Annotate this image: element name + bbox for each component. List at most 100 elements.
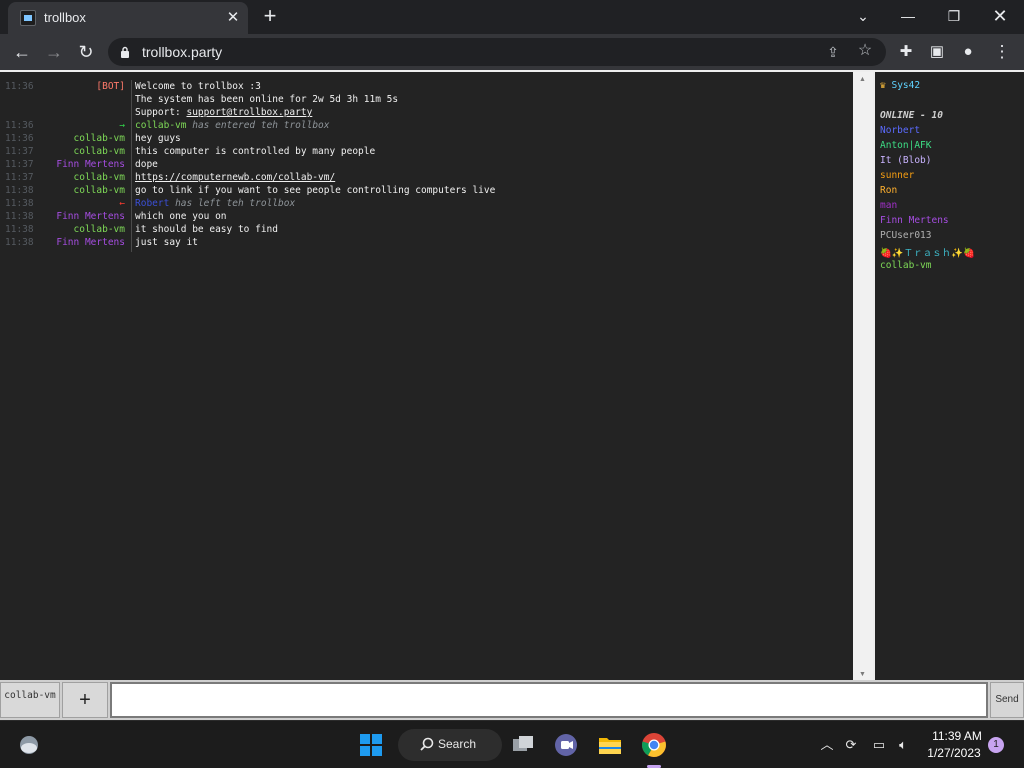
profile-avatar-icon[interactable]: ●	[958, 42, 978, 62]
teams-chat-icon[interactable]	[553, 732, 579, 758]
message-timestamp: 11:37	[5, 159, 34, 170]
chat-message-area[interactable]: 11:36 [BOT] Welcome to trollbox :3 The syst…	[0, 70, 853, 680]
message-nick[interactable]: collab-vm	[74, 132, 125, 145]
join-leave-arrow-icon: →	[119, 120, 125, 131]
minimize-icon[interactable]: —	[894, 4, 922, 28]
chat-message-row: 11:38 ← Robert has left teh trollbox	[0, 197, 853, 210]
message-text: this computer is controlled by many peop…	[135, 145, 375, 158]
message-nick[interactable]: collab-vm	[74, 223, 125, 236]
chat-scrollbar[interactable]: ▲ ▼	[853, 70, 873, 680]
message-text: go to link if you want to see people con…	[135, 184, 495, 197]
reload-icon[interactable]: ↻	[73, 40, 99, 64]
taskbar-search-button[interactable]: Search	[398, 729, 502, 761]
message-timestamp: 11:36	[5, 120, 34, 131]
back-arrow-icon[interactable]: ←	[9, 40, 35, 64]
online-user-entry[interactable]: collab-vm	[880, 260, 931, 271]
room-tab-label: collab-vm	[4, 690, 56, 701]
volume-icon[interactable]: 🔈︎	[894, 736, 912, 754]
crown-icon: ♛	[880, 80, 886, 91]
side-panel-icon[interactable]: ▣	[927, 42, 947, 62]
bookmark-star-icon[interactable]: ☆	[856, 42, 874, 60]
message-nick[interactable]: Finn Mertens	[56, 210, 125, 223]
message-timestamp: 11:38	[5, 185, 34, 196]
notification-badge[interactable]: 1	[988, 737, 1004, 753]
scroll-up-arrow-icon[interactable]: ▲	[859, 76, 866, 83]
online-user-entry[interactable]: man	[880, 200, 897, 211]
event-user[interactable]: collab-vm	[135, 120, 186, 131]
message-nick[interactable]: [BOT]	[96, 80, 125, 93]
kebab-menu-icon[interactable]: ⋮	[992, 42, 1012, 62]
chat-message-input[interactable]	[110, 682, 988, 718]
message-timestamp: 11:36	[5, 81, 34, 92]
message-timestamp: 11:36	[5, 133, 34, 144]
message-prefix: Support:	[135, 107, 187, 118]
join-leave-arrow-icon: ←	[119, 198, 125, 209]
scroll-down-arrow-icon[interactable]: ▼	[859, 671, 866, 678]
send-button[interactable]: Send	[990, 682, 1024, 718]
online-user-entry[interactable]: Norbert	[880, 125, 920, 136]
top-user-entry[interactable]: ♛ Sys42	[880, 80, 920, 91]
tab-search-chevron-icon[interactable]: ⌄	[849, 4, 877, 28]
share-icon[interactable]: ⇪	[824, 43, 842, 61]
chat-message-row: 11:37 Finn Mertens dope	[0, 158, 853, 171]
message-timestamp: 11:38	[5, 198, 34, 209]
tab-title: trollbox	[44, 10, 86, 25]
message-link[interactable]: https://computernewb.com/collab-vm/	[135, 172, 335, 183]
message-body: dope	[135, 159, 158, 170]
chat-message-row: The system has been online for 2w 5d 3h …	[0, 93, 853, 106]
online-user-entry[interactable]: sunner	[880, 170, 914, 181]
extensions-puzzle-icon[interactable]: ✚	[896, 42, 916, 62]
url-text[interactable]: trollbox.party	[142, 44, 222, 60]
message-text: https://computernewb.com/collab-vm/	[135, 171, 335, 184]
add-room-button[interactable]: +	[62, 682, 108, 718]
message-body: hey guys	[135, 133, 181, 144]
message-nick[interactable]: collab-vm	[74, 171, 125, 184]
lock-icon	[121, 46, 129, 58]
message-link[interactable]: support@trollbox.party	[186, 107, 312, 118]
online-user-entry[interactable]: Anton|AFK	[880, 140, 931, 151]
address-bar[interactable]: trollbox.party ⇪ ☆	[108, 38, 886, 66]
message-nick[interactable]: collab-vm	[74, 184, 125, 197]
event-user[interactable]: Robert	[135, 198, 169, 209]
chat-message-row: 11:37 collab-vm https://computernewb.com/c…	[0, 171, 853, 184]
chat-message-row: 11:37 collab-vm this computer is controlle…	[0, 145, 853, 158]
message-body: The system has been online for 2w 5d 3h …	[135, 94, 399, 105]
chrome-icon[interactable]	[641, 732, 667, 758]
online-user-entry[interactable]: Ron	[880, 185, 897, 196]
message-body: this computer is controlled by many peop…	[135, 146, 376, 157]
restore-icon[interactable]: ❐	[940, 4, 968, 28]
windows-start-icon[interactable]	[360, 734, 382, 756]
tray-overflow-chevron-icon[interactable]: ︿	[818, 736, 836, 754]
online-user-entry[interactable]: Finn Mertens	[880, 215, 949, 226]
online-users-panel: ♛ Sys42 ONLINE - 10 Norbert Anton|AFK It (…	[873, 70, 1024, 680]
message-text: Robert has left teh trollbox	[135, 197, 295, 210]
online-user-entry[interactable]: 🍓✨Ｔｒａｓｈ✨🍓	[880, 245, 975, 259]
network-icon[interactable]: ▭	[870, 736, 888, 754]
message-timestamp: 11:37	[5, 172, 34, 183]
message-body: go to link if you want to see people con…	[135, 185, 496, 196]
chat-message-row: 11:36 [BOT] Welcome to trollbox :3	[0, 80, 853, 93]
online-user-entry[interactable]: It (Blob)	[880, 155, 931, 166]
message-text: just say it	[135, 236, 198, 249]
message-nick[interactable]: Finn Mertens	[56, 236, 125, 249]
message-nick[interactable]: collab-vm	[74, 145, 125, 158]
task-view-icon[interactable]	[510, 732, 536, 758]
online-user-entry[interactable]: PCUser013	[880, 230, 931, 241]
message-nick[interactable]: Finn Mertens	[56, 158, 125, 171]
room-tab-collab-vm[interactable]: collab-vm	[0, 682, 60, 718]
clock-date[interactable]: 1/27/2023	[922, 746, 986, 760]
browser-tab[interactable]: trollbox ✕	[8, 2, 248, 34]
message-text: Support: support@trollbox.party	[135, 106, 312, 119]
clock-time[interactable]: 11:39 AM	[925, 729, 989, 743]
file-explorer-icon[interactable]	[597, 732, 623, 758]
chat-message-row: 11:38 Finn Mertens just say it	[0, 236, 853, 249]
trollbox-favicon-icon	[20, 10, 36, 26]
weather-cloud-icon[interactable]	[18, 734, 40, 756]
message-text: dope	[135, 158, 158, 171]
browser-toolbar: ← → ↻ trollbox.party ⇪ ☆ ✚ ▣ ● ⋮	[0, 34, 1024, 70]
close-tab-icon[interactable]: ✕	[224, 9, 242, 27]
sync-icon[interactable]: ⟳	[842, 736, 860, 754]
new-tab-button[interactable]: +	[258, 5, 282, 29]
window-close-icon[interactable]: ✕	[986, 4, 1014, 28]
forward-arrow-icon[interactable]: →	[41, 40, 67, 64]
